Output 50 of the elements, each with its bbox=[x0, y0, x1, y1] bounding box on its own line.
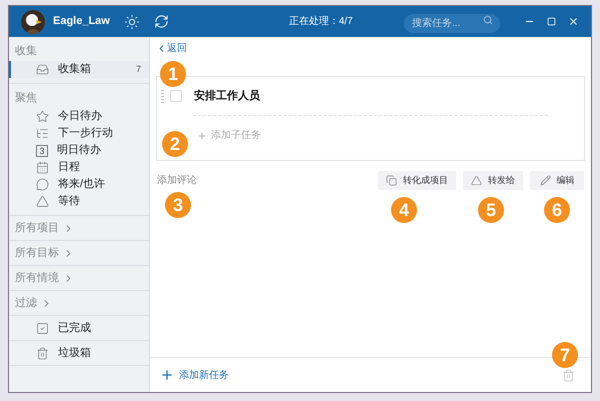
sidebar-item[interactable]: 今日待办 bbox=[9, 108, 149, 125]
item-count: 7 bbox=[136, 62, 141, 76]
sidebar-item[interactable]: 将来/也许 bbox=[9, 176, 149, 193]
sync-icon[interactable] bbox=[154, 14, 169, 29]
section-header: 聚焦 bbox=[15, 90, 37, 106]
pencil-icon bbox=[540, 175, 550, 186]
back-link[interactable]: 返回 bbox=[156, 41, 187, 56]
speech-bubble-icon bbox=[36, 178, 49, 191]
action-button[interactable]: 转化成项目 bbox=[378, 171, 456, 190]
sidebar-item[interactable]: 3 明日待办 bbox=[9, 142, 149, 159]
plus-icon bbox=[197, 130, 207, 140]
trash-icon bbox=[36, 346, 49, 360]
add-comment-link[interactable]: 添加评论 bbox=[157, 173, 197, 188]
callout-number: 2 bbox=[162, 131, 188, 157]
checkbox-icon bbox=[36, 322, 49, 334]
action-button[interactable]: 转发给 bbox=[463, 171, 523, 190]
triangle-icon bbox=[471, 175, 482, 186]
callout-number: 1 bbox=[160, 61, 186, 87]
section-header: 收集 bbox=[15, 44, 37, 58]
sidebar-item[interactable]: 日程 bbox=[9, 159, 149, 176]
convert-icon bbox=[386, 175, 397, 186]
callout-number: 4 bbox=[391, 197, 417, 223]
callout-number: 5 bbox=[478, 197, 504, 223]
sidebar-item[interactable]: 等待 bbox=[9, 193, 149, 210]
maximize-icon[interactable] bbox=[547, 17, 556, 26]
search-field[interactable]: 搜索任务... bbox=[404, 14, 500, 32]
sidebar-item[interactable]: 下一步行动 bbox=[9, 125, 149, 142]
calendar-icon bbox=[36, 161, 49, 174]
sun-icon[interactable] bbox=[124, 14, 140, 30]
status-text: 正在处理：4/7 bbox=[288, 14, 353, 29]
drag-handle-icon[interactable] bbox=[161, 90, 164, 102]
search-icon bbox=[483, 14, 493, 24]
add-task-button[interactable]: 添加新任务 bbox=[160, 368, 229, 382]
close-icon[interactable] bbox=[568, 16, 579, 27]
sidebar-item[interactable]: 垃圾箱 bbox=[9, 344, 99, 362]
calendar-icon: 3 bbox=[36, 144, 48, 156]
triangle-icon bbox=[36, 195, 49, 208]
list-icon bbox=[36, 127, 49, 140]
task-checkbox[interactable] bbox=[170, 90, 182, 102]
action-button[interactable]: 编辑 bbox=[530, 171, 584, 190]
star-icon bbox=[36, 110, 49, 123]
sidebar-item[interactable]: 收集箱 7 bbox=[9, 61, 149, 78]
inbox-icon bbox=[36, 63, 49, 76]
callout-number: 3 bbox=[165, 192, 191, 218]
plus-icon bbox=[160, 368, 174, 382]
user-name[interactable]: Eagle_Law bbox=[53, 13, 110, 30]
task-title[interactable]: 安排工作人员 bbox=[194, 88, 260, 104]
callout-number: 7 bbox=[552, 342, 578, 368]
callout-number: 6 bbox=[544, 197, 570, 223]
sidebar-item[interactable]: 已完成 bbox=[9, 320, 99, 336]
